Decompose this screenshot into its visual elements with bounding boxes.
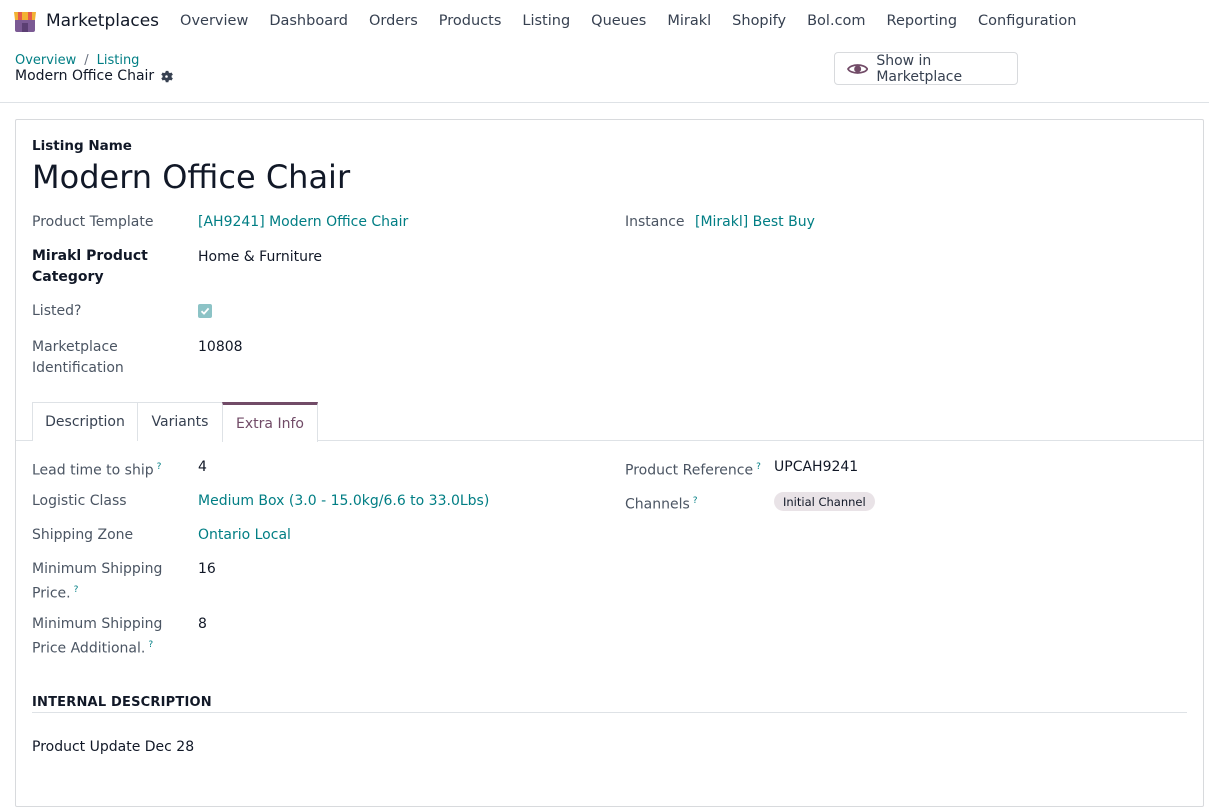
min-shipping-price-additional-label-line2: Price Additional. — [32, 640, 146, 657]
record-title: Modern Office Chair — [15, 68, 174, 84]
mirakl-category-label-line1: Mirakl Product — [32, 248, 148, 264]
tab-variants[interactable]: Variants — [137, 402, 223, 441]
listing-name-label: Listing Name — [32, 138, 132, 154]
min-shipping-price-label: Minimum Shipping Price.? — [32, 559, 162, 605]
internal-description-field[interactable]: Product Update Dec 28 — [32, 737, 194, 758]
product-reference-label-text: Product Reference — [625, 462, 754, 479]
product-reference-label: Product Reference? — [625, 457, 761, 482]
breadcrumb-listing[interactable]: Listing — [97, 53, 140, 68]
lead-time-label: Lead time to ship? — [32, 457, 161, 482]
gear-icon[interactable] — [160, 70, 174, 83]
min-shipping-price-label-line1: Minimum Shipping — [32, 561, 163, 577]
product-template-label: Product Template — [32, 214, 154, 230]
help-icon[interactable]: ? — [148, 640, 153, 650]
help-icon[interactable]: ? — [756, 462, 761, 472]
tab-description[interactable]: Description — [32, 402, 138, 441]
menu-mirakl[interactable]: Mirakl — [667, 13, 711, 29]
listing-name-field[interactable]: Modern Office Chair — [32, 158, 350, 196]
min-shipping-price-additional-label: Minimum Shipping Price Additional.? — [32, 614, 162, 660]
logistic-class-label: Logistic Class — [32, 493, 127, 509]
breadcrumb: Overview / Listing — [15, 53, 139, 68]
help-icon[interactable]: ? — [157, 462, 162, 472]
mirakl-category-label-line2: Category — [32, 269, 104, 285]
channel-tag[interactable]: Initial Channel — [774, 492, 875, 511]
marketplace-id-label: Marketplace Identification — [32, 337, 124, 379]
listed-checkbox[interactable] — [198, 304, 212, 318]
menu-shopify[interactable]: Shopify — [732, 13, 786, 29]
menu-queues[interactable]: Queues — [591, 13, 646, 29]
section-divider — [32, 712, 1187, 713]
marketplace-id-label-line1: Marketplace — [32, 339, 118, 355]
instance-label: Instance — [625, 214, 685, 230]
menu-reporting[interactable]: Reporting — [887, 13, 958, 29]
product-template-link[interactable]: [AH9241] Modern Office Chair — [198, 212, 408, 233]
top-navbar: Marketplaces Overview Dashboard Orders P… — [0, 0, 1209, 42]
notebook-tabs: Description Variants Extra Info — [16, 402, 1203, 442]
shipping-zone-link[interactable]: Ontario Local — [198, 525, 291, 546]
marketplace-id-label-line2: Identification — [32, 360, 124, 376]
marketplace-id-field[interactable]: 10808 — [198, 337, 243, 358]
min-shipping-price-additional-label-line1: Minimum Shipping — [32, 616, 163, 632]
shipping-zone-label: Shipping Zone — [32, 527, 134, 543]
mirakl-category-field[interactable]: Home & Furniture — [198, 247, 322, 268]
lead-time-label-text: Lead time to ship — [32, 462, 154, 479]
breadcrumb-overview[interactable]: Overview — [15, 53, 76, 68]
logistic-class-link[interactable]: Medium Box (3.0 - 15.0kg/6.6 to 33.0Lbs) — [198, 491, 489, 512]
menu-products[interactable]: Products — [439, 13, 502, 29]
mirakl-category-label: Mirakl Product Category — [32, 246, 148, 288]
menu-bolcom[interactable]: Bol.com — [807, 13, 865, 29]
main-menu: Overview Dashboard Orders Products Listi… — [180, 13, 1097, 29]
show-in-marketplace-button[interactable]: Show in Marketplace — [834, 52, 1018, 85]
channels-label-text: Channels — [625, 496, 690, 513]
show-in-marketplace-label: Show in Marketplace — [876, 52, 963, 85]
internal-description-title: INTERNAL DESCRIPTION — [32, 695, 212, 710]
min-shipping-price-field[interactable]: 16 — [198, 559, 216, 580]
min-shipping-price-label-line2: Price. — [32, 585, 71, 602]
tab-extra-info[interactable]: Extra Info — [222, 402, 318, 442]
menu-orders[interactable]: Orders — [369, 13, 418, 29]
listed-label: Listed? — [32, 303, 82, 319]
menu-dashboard[interactable]: Dashboard — [269, 13, 348, 29]
channels-label: Channels? — [625, 491, 698, 516]
menu-configuration[interactable]: Configuration — [978, 13, 1076, 29]
lead-time-field[interactable]: 4 — [198, 457, 207, 478]
instance-link[interactable]: [Mirakl] Best Buy — [695, 212, 815, 233]
menu-overview[interactable]: Overview — [180, 13, 248, 29]
marketplaces-app-icon[interactable] — [12, 8, 38, 34]
control-panel: Overview / Listing Modern Office Chair S… — [0, 42, 1209, 103]
checkmark-icon — [200, 307, 210, 315]
app-name[interactable]: Marketplaces — [46, 11, 159, 31]
record-title-text: Modern Office Chair — [15, 68, 155, 84]
product-reference-field[interactable]: UPCAH9241 — [774, 457, 858, 478]
help-icon[interactable]: ? — [693, 496, 698, 506]
eye-icon — [847, 63, 869, 74]
menu-listing[interactable]: Listing — [522, 13, 570, 29]
min-shipping-price-additional-field[interactable]: 8 — [198, 614, 207, 635]
help-icon[interactable]: ? — [74, 585, 79, 595]
form-sheet: Listing Name Modern Office Chair Product… — [15, 119, 1204, 807]
breadcrumb-separator: / — [84, 53, 89, 68]
